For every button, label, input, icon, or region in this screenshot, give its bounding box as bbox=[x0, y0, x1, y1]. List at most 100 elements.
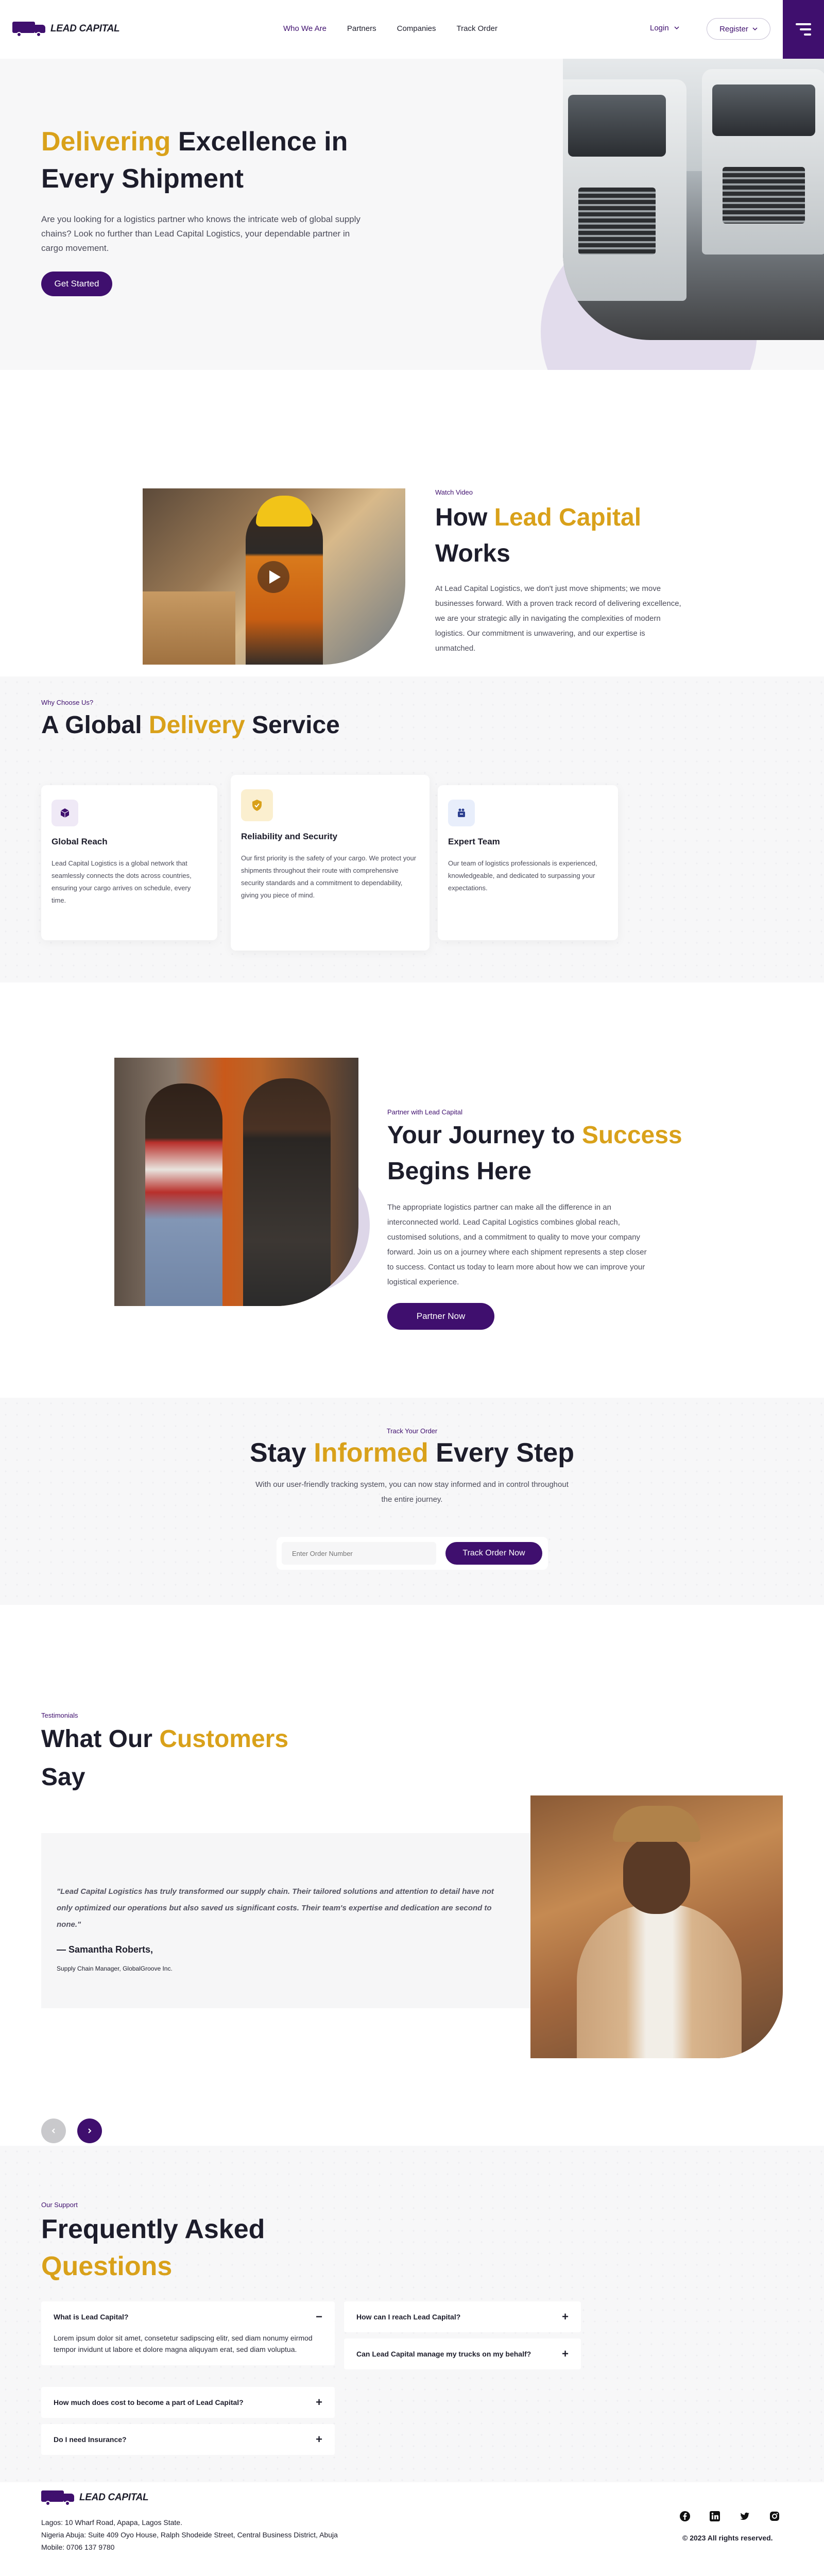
faq-item[interactable]: Can Lead Capital manage my trucks on my … bbox=[344, 2338, 581, 2369]
register-label: Register bbox=[719, 24, 748, 33]
faq-question: Can Lead Capital manage my trucks on my … bbox=[356, 2350, 531, 2358]
track-order-form: Track Order Now bbox=[277, 1537, 548, 1570]
section-description: The appropriate logistics partner can ma… bbox=[387, 1203, 647, 1286]
partner-section: Partner with Lead Capital Your Journey t… bbox=[0, 982, 824, 1398]
nav-link-who-we-are[interactable]: Who We Are bbox=[283, 24, 327, 33]
partners-handshake-image bbox=[114, 1058, 358, 1306]
hamburger-icon bbox=[796, 23, 811, 36]
chevron-left-icon bbox=[52, 2128, 55, 2133]
get-started-button[interactable]: Get Started bbox=[41, 272, 112, 296]
card-title: Reliability and Security bbox=[241, 832, 338, 841]
chevron-down-icon bbox=[752, 27, 758, 31]
section-title: How Lead Capital Works bbox=[435, 504, 642, 567]
plus-icon[interactable]: + bbox=[562, 2310, 569, 2324]
faq-question: Do I need Insurance? bbox=[54, 2435, 127, 2444]
card-title: Global Reach bbox=[52, 837, 108, 846]
feature-card: Global Reach Lead Capital Logistics is a… bbox=[41, 785, 217, 940]
card-description: Lead Capital Logistics is a global netwo… bbox=[52, 859, 192, 904]
plus-icon[interactable]: + bbox=[316, 2396, 322, 2409]
copyright-text: © 2023 All rights reserved. bbox=[682, 2534, 773, 2542]
section-description: With our user-friendly tracking system, … bbox=[255, 1480, 569, 1504]
card-title: Expert Team bbox=[448, 837, 500, 846]
instagram-icon[interactable] bbox=[768, 2510, 781, 2522]
brand-name: LEAD CAPITAL bbox=[50, 23, 120, 34]
feature-card: Reliability and Security Our first prior… bbox=[231, 775, 430, 951]
card-description: Our first priority is the safety of your… bbox=[241, 854, 417, 899]
customer-photo bbox=[530, 1795, 783, 2058]
section-title: Stay Informed Every Step bbox=[249, 1438, 574, 1468]
shield-icon bbox=[241, 789, 273, 821]
login-label: Login bbox=[650, 24, 669, 32]
section-eyebrow: Why Choose Us? bbox=[41, 699, 94, 706]
truck-logo-icon bbox=[41, 2489, 75, 2506]
linkedin-icon[interactable] bbox=[709, 2510, 721, 2522]
hero-trucks-image bbox=[563, 59, 824, 340]
faq-item[interactable]: Do I need Insurance? + bbox=[41, 2424, 335, 2455]
section-eyebrow: Our Support bbox=[41, 2201, 78, 2209]
testimonial-role: Supply Chain Manager, GlobalGroove Inc. bbox=[57, 1965, 173, 1972]
section-eyebrow: Watch Video bbox=[435, 488, 473, 496]
chevron-right-icon bbox=[88, 2128, 92, 2133]
card-description: Our team of logistics professionals is e… bbox=[448, 859, 597, 892]
faq-question: What is Lead Capital? bbox=[54, 2313, 129, 2321]
footer: LEAD CAPITAL Lagos: 10 Wharf Road, Apapa… bbox=[0, 2482, 824, 2565]
address-abuja: Nigeria Abuja: Suite 409 Oyo House, Ralp… bbox=[41, 2531, 338, 2539]
track-order-section: Track Your Order Stay Informed Every Ste… bbox=[0, 1398, 824, 1605]
partner-now-button[interactable]: Partner Now bbox=[387, 1303, 494, 1330]
nav-link-companies[interactable]: Companies bbox=[397, 24, 436, 33]
testimonials-section: Testimonials What Our Customers Say "Lea… bbox=[0, 1605, 824, 2146]
section-title: Your Journey to Success Begins Here bbox=[387, 1122, 682, 1185]
footer-address: Lagos: 10 Wharf Road, Apapa, Lagos State… bbox=[41, 2516, 338, 2553]
section-title: A Global Delivery Service bbox=[41, 711, 340, 739]
brand-logo[interactable]: LEAD CAPITAL bbox=[12, 21, 120, 37]
next-arrow-button[interactable] bbox=[77, 2119, 102, 2143]
team-icon bbox=[448, 800, 475, 826]
previous-arrow-button[interactable] bbox=[41, 2119, 66, 2143]
mobile-number: Mobile: 0706 137 9780 bbox=[41, 2543, 115, 2551]
section-eyebrow: Testimonials bbox=[41, 1711, 78, 1719]
track-order-button[interactable]: Track Order Now bbox=[445, 1542, 542, 1565]
testimonial-quote: "Lead Capital Logistics has truly transf… bbox=[57, 1887, 494, 1929]
facebook-icon[interactable] bbox=[679, 2510, 691, 2522]
plus-icon[interactable]: + bbox=[562, 2347, 569, 2361]
minus-icon[interactable]: − bbox=[316, 2310, 322, 2324]
why-choose-us-section: Why Choose Us? A Global Delivery Service… bbox=[0, 676, 824, 982]
testimonial-card: "Lead Capital Logistics has truly transf… bbox=[41, 1833, 530, 2008]
faq-item[interactable]: How can I reach Lead Capital? + bbox=[344, 2301, 581, 2332]
faq-section: Our Support Frequently Asked Questions W… bbox=[0, 2146, 824, 2482]
login-dropdown[interactable]: Login bbox=[650, 24, 679, 32]
plus-icon[interactable]: + bbox=[316, 2433, 322, 2446]
cube-icon bbox=[52, 800, 78, 826]
order-number-input[interactable] bbox=[282, 1542, 436, 1565]
address-lagos: Lagos: 10 Wharf Road, Apapa, Lagos State… bbox=[41, 2518, 182, 2527]
faq-question: How can I reach Lead Capital? bbox=[356, 2313, 461, 2321]
nav-link-track-order[interactable]: Track Order bbox=[457, 24, 497, 33]
nav-link-partners[interactable]: Partners bbox=[347, 24, 376, 33]
play-icon[interactable] bbox=[258, 561, 289, 593]
twitter-icon[interactable] bbox=[739, 2510, 751, 2522]
footer-logo[interactable]: LEAD CAPITAL bbox=[41, 2489, 149, 2506]
hero-description: Are you looking for a logistics partner … bbox=[41, 214, 360, 253]
hero-section: Delivering Excellence in Every Shipment … bbox=[0, 59, 824, 370]
main-nav: Who We Are Partners Companies Track Orde… bbox=[283, 24, 497, 33]
menu-button[interactable] bbox=[783, 0, 824, 59]
section-eyebrow: Track Your Order bbox=[386, 1427, 438, 1435]
hero-title: Delivering Excellence in Every Shipment bbox=[41, 127, 348, 194]
faq-answer: Lorem ipsum dolor sit amet, consetetur s… bbox=[54, 2334, 313, 2353]
section-title: What Our Customers Say bbox=[41, 1725, 289, 1791]
how-it-works-section: Watch Video How Lead Capital Works At Le… bbox=[0, 370, 824, 676]
top-nav: LEAD CAPITAL Who We Are Partners Compani… bbox=[0, 0, 824, 59]
feature-card: Expert Team Our team of logistics profes… bbox=[438, 785, 618, 940]
brand-name: LEAD CAPITAL bbox=[79, 2492, 149, 2503]
video-thumbnail[interactable] bbox=[143, 488, 405, 665]
testimonial-author: — Samantha Roberts, bbox=[57, 1944, 153, 1955]
section-title: Frequently Asked Questions bbox=[41, 2214, 265, 2281]
register-button[interactable]: Register bbox=[707, 18, 770, 40]
chevron-down-icon bbox=[674, 26, 679, 30]
faq-item-open[interactable]: What is Lead Capital? − Lorem ipsum dolor… bbox=[41, 2301, 335, 2365]
truck-logo-icon bbox=[12, 21, 46, 37]
faq-item[interactable]: How much does cost to become a part of L… bbox=[41, 2387, 335, 2418]
section-description: At Lead Capital Logistics, we don't just… bbox=[435, 584, 681, 653]
section-eyebrow: Partner with Lead Capital bbox=[387, 1108, 462, 1116]
social-links bbox=[679, 2510, 781, 2522]
